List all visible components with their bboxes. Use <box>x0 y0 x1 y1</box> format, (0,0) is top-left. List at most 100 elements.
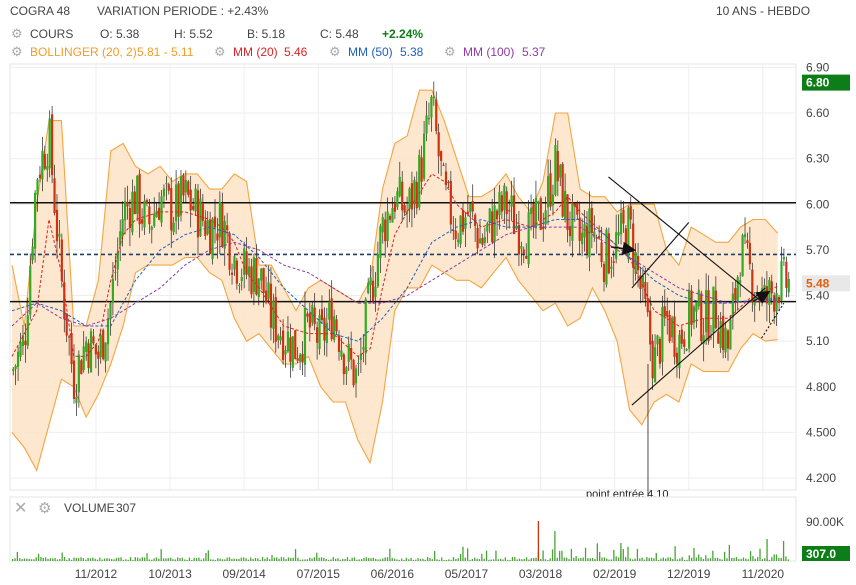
mm20-gear-icon[interactable]: ⚙ <box>214 44 226 60</box>
candle-up <box>240 276 243 282</box>
volume-bar <box>582 557 584 561</box>
volume-bar <box>144 557 146 561</box>
candle-down <box>401 181 404 211</box>
volume-bar <box>584 547 587 561</box>
volume-bar <box>686 559 688 561</box>
volume-bar <box>566 557 568 561</box>
volume-bar <box>205 553 207 561</box>
volume-bar <box>556 557 558 561</box>
volume-bar <box>202 558 205 561</box>
candle-up <box>106 318 110 345</box>
volume-bar <box>549 558 551 561</box>
volume-bar <box>377 559 379 561</box>
candle-up <box>619 212 623 235</box>
candle-down <box>393 202 397 212</box>
candle-up <box>520 246 523 249</box>
candle-up <box>559 165 562 178</box>
volume-bar <box>523 558 525 561</box>
candle-up <box>376 254 380 287</box>
price-tick-label: 5.70 <box>806 243 830 257</box>
volume-bar <box>662 557 664 561</box>
candle-up <box>712 286 715 333</box>
candle-up <box>695 302 698 312</box>
candle-down <box>675 352 679 364</box>
volume-bar <box>210 559 212 561</box>
candle-down <box>629 205 632 220</box>
volume-bar <box>733 557 735 561</box>
volume-bar <box>629 558 631 561</box>
candle-up <box>381 217 384 233</box>
candle-up <box>218 201 221 238</box>
volume-bar <box>294 549 297 561</box>
bollinger-gear-icon[interactable]: ⚙ <box>11 44 23 60</box>
volume-bar <box>429 557 431 561</box>
candle-down <box>138 173 141 225</box>
volume-bar <box>80 557 82 561</box>
volume-bar <box>785 556 787 561</box>
volume-bar <box>162 558 165 561</box>
period-selector[interactable]: 10 ANS - HEBDO <box>716 4 810 18</box>
volume-bar <box>78 558 80 561</box>
candle-down <box>700 293 703 342</box>
volume-bar <box>521 559 523 561</box>
candle-down <box>476 227 479 249</box>
volume-bar <box>101 559 103 561</box>
candle-down <box>734 287 737 301</box>
candle-up <box>782 257 786 260</box>
volume-bar <box>318 557 320 561</box>
volume-gear-icon[interactable]: ⚙ <box>38 499 51 517</box>
candle-down <box>646 298 649 313</box>
candle-down <box>262 268 265 294</box>
mm50-gear-icon[interactable]: ⚙ <box>329 44 341 60</box>
candle-down <box>294 330 297 360</box>
price-badge: 6.80 <box>806 76 830 90</box>
candle-up <box>252 257 256 292</box>
candle-up <box>29 265 32 315</box>
candle-up <box>483 236 486 243</box>
candle-down <box>97 351 100 359</box>
cours-gear-icon[interactable]: ⚙ <box>11 26 23 42</box>
candle-down <box>658 338 662 364</box>
close-icon[interactable]: ✕ <box>14 498 27 518</box>
candle-down <box>289 337 292 362</box>
volume-bar <box>502 559 504 561</box>
volume-bar <box>200 559 202 561</box>
volume-bar <box>408 559 410 561</box>
candle-up <box>768 279 771 305</box>
symbol-title: COGRA 48 <box>10 4 71 18</box>
volume-bar <box>360 559 363 561</box>
candle-down <box>602 264 606 282</box>
volume-bar <box>481 553 483 561</box>
candle-up <box>432 96 435 99</box>
candle-up <box>427 117 431 120</box>
volume-bar <box>589 558 591 561</box>
candle-down <box>726 330 730 349</box>
mm100-gear-icon[interactable]: ⚙ <box>444 44 456 60</box>
candle-down <box>192 206 195 210</box>
volume-bar <box>403 559 405 561</box>
volume-bar <box>422 558 424 561</box>
candle-down <box>751 269 754 303</box>
volume-bar <box>238 558 240 561</box>
candle-up <box>303 307 307 365</box>
volume-bar <box>650 557 653 561</box>
volume-bar <box>212 559 214 561</box>
volume-bar <box>643 559 646 561</box>
volume-bar <box>283 557 285 561</box>
candle-down <box>600 242 603 263</box>
volume-bar <box>459 554 462 561</box>
volume-bar <box>301 559 304 561</box>
candle-up <box>398 176 401 197</box>
volume-bar <box>12 558 14 561</box>
candle-up <box>364 298 367 354</box>
candle-up <box>739 280 742 283</box>
volume-bar <box>233 558 235 561</box>
candle-up <box>469 203 472 213</box>
candle-down <box>568 226 572 237</box>
price-tick-label: 4.800 <box>806 380 836 394</box>
volume-bar <box>511 556 514 561</box>
volume-bar <box>469 559 471 561</box>
candle-up <box>41 150 44 180</box>
volume-bar <box>568 559 570 561</box>
volume-bar <box>693 547 695 561</box>
